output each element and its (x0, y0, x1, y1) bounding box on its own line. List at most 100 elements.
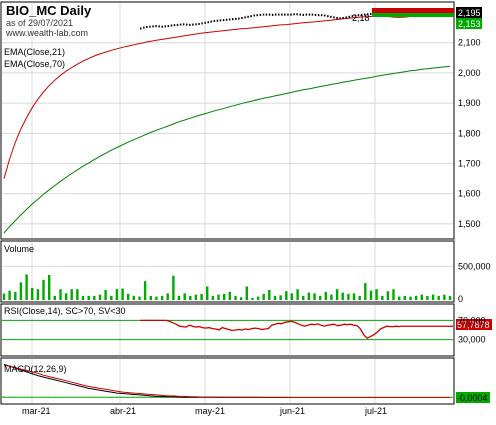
price-bar (256, 14, 258, 17)
macd-value-label: -0,0004 (457, 393, 488, 403)
price-bar (167, 25, 170, 28)
macd-histogram-bar (133, 397, 135, 398)
volume-bar (48, 275, 51, 300)
macd-histogram-bar (76, 397, 79, 398)
price-bar (155, 25, 157, 28)
volume-bar (245, 286, 248, 300)
price-bar (176, 23, 179, 26)
volume-bar (177, 295, 181, 300)
volume-bar (183, 293, 186, 301)
macd-histogram-bar (104, 397, 107, 398)
volume-bar (381, 295, 384, 300)
volume-panel (0, 240, 455, 303)
volume-bar (19, 282, 23, 300)
price-bar (219, 19, 222, 22)
price-bar (336, 17, 338, 19)
price-bar (314, 13, 317, 16)
price-bar (158, 25, 160, 28)
price-bar (250, 15, 252, 18)
volume-bar (206, 286, 209, 300)
price-bar (247, 15, 249, 18)
price-bar (241, 17, 243, 19)
volume-bar (431, 294, 435, 300)
volume-bar (110, 295, 113, 300)
x-tick-label: abr-21 (110, 406, 136, 416)
price-bar (232, 18, 234, 21)
price-tick-label: 1,500 (458, 219, 481, 229)
macd-histogram-bar (3, 396, 5, 398)
price-bar (287, 13, 289, 16)
rsi-tick-label: 70,000 (458, 315, 486, 325)
macd-histogram-bar (8, 396, 11, 398)
macd-histogram-bar (150, 397, 152, 398)
volume-bar (414, 295, 418, 300)
x-tick-label: jun-21 (279, 406, 305, 416)
volume-bar (364, 283, 367, 300)
volume-bar (448, 295, 452, 300)
price-bar (195, 23, 197, 26)
legend-ema70: EMA(Close,70) (4, 59, 65, 69)
price-bar (262, 13, 265, 16)
price-bar (345, 16, 347, 19)
price-tick-label: 1,700 (458, 159, 481, 169)
price-bar (268, 13, 271, 16)
price-bar (161, 25, 163, 28)
price-bar (274, 13, 277, 16)
volume-bar (42, 279, 45, 301)
macd-histogram-bar (93, 397, 96, 398)
macd-histogram-bar (127, 397, 129, 398)
volume-bar (330, 294, 333, 300)
macd-histogram-bar (65, 397, 67, 398)
price-bar (370, 13, 372, 15)
volume-title: Volume (4, 244, 34, 254)
last-price-marker-green (372, 13, 454, 17)
volume-bar (160, 295, 164, 300)
price-bar (235, 17, 237, 20)
price-bar (198, 23, 200, 25)
volume-bar (228, 291, 231, 300)
volume-bar (14, 291, 17, 300)
volume-tick-label: 0 (458, 294, 463, 304)
macd-histogram-bar (144, 397, 146, 398)
volume-bar (234, 295, 237, 300)
macd-histogram-bar (161, 397, 163, 398)
price-tick-label: 2,000 (458, 68, 481, 78)
macd-histogram-bar (155, 397, 158, 398)
price-bar (348, 15, 350, 18)
price-bar (210, 20, 212, 23)
volume-bar (189, 295, 192, 300)
volume-bar (347, 293, 350, 300)
volume-bar (143, 281, 147, 300)
volume-bar (31, 287, 34, 300)
price-bar (152, 25, 154, 28)
price-bar (164, 25, 166, 28)
volume-bar (268, 289, 271, 300)
macd-histogram-bar (25, 396, 28, 398)
volume-bar (398, 296, 401, 300)
macd-title: MACD(12,26,9) (4, 364, 67, 374)
price-bar (317, 14, 320, 17)
price-bar (189, 23, 191, 26)
price-bar (342, 17, 344, 19)
price-bar (290, 13, 292, 16)
volume-bar (409, 296, 412, 300)
price-tick-label: 1,900 (458, 98, 481, 108)
volume-bar (194, 294, 198, 300)
price-bar (149, 25, 151, 28)
volume-bar (313, 293, 316, 301)
volume-bar (307, 292, 311, 300)
volume-bar (172, 275, 175, 300)
chart-date: as of 29/07/2021 (6, 18, 73, 28)
price-bar (330, 15, 332, 18)
price-bar (324, 14, 326, 17)
price-bar (302, 13, 304, 16)
volume-bar (87, 295, 90, 300)
price-bar (253, 14, 255, 17)
volume-bar (36, 289, 40, 300)
volume-bar (290, 293, 294, 301)
x-tick-label: jul-21 (364, 406, 387, 416)
price-bar (182, 23, 185, 26)
volume-bar (70, 289, 73, 300)
volume-bar (302, 295, 305, 300)
rsi-tick-label: 30,000 (458, 335, 486, 345)
